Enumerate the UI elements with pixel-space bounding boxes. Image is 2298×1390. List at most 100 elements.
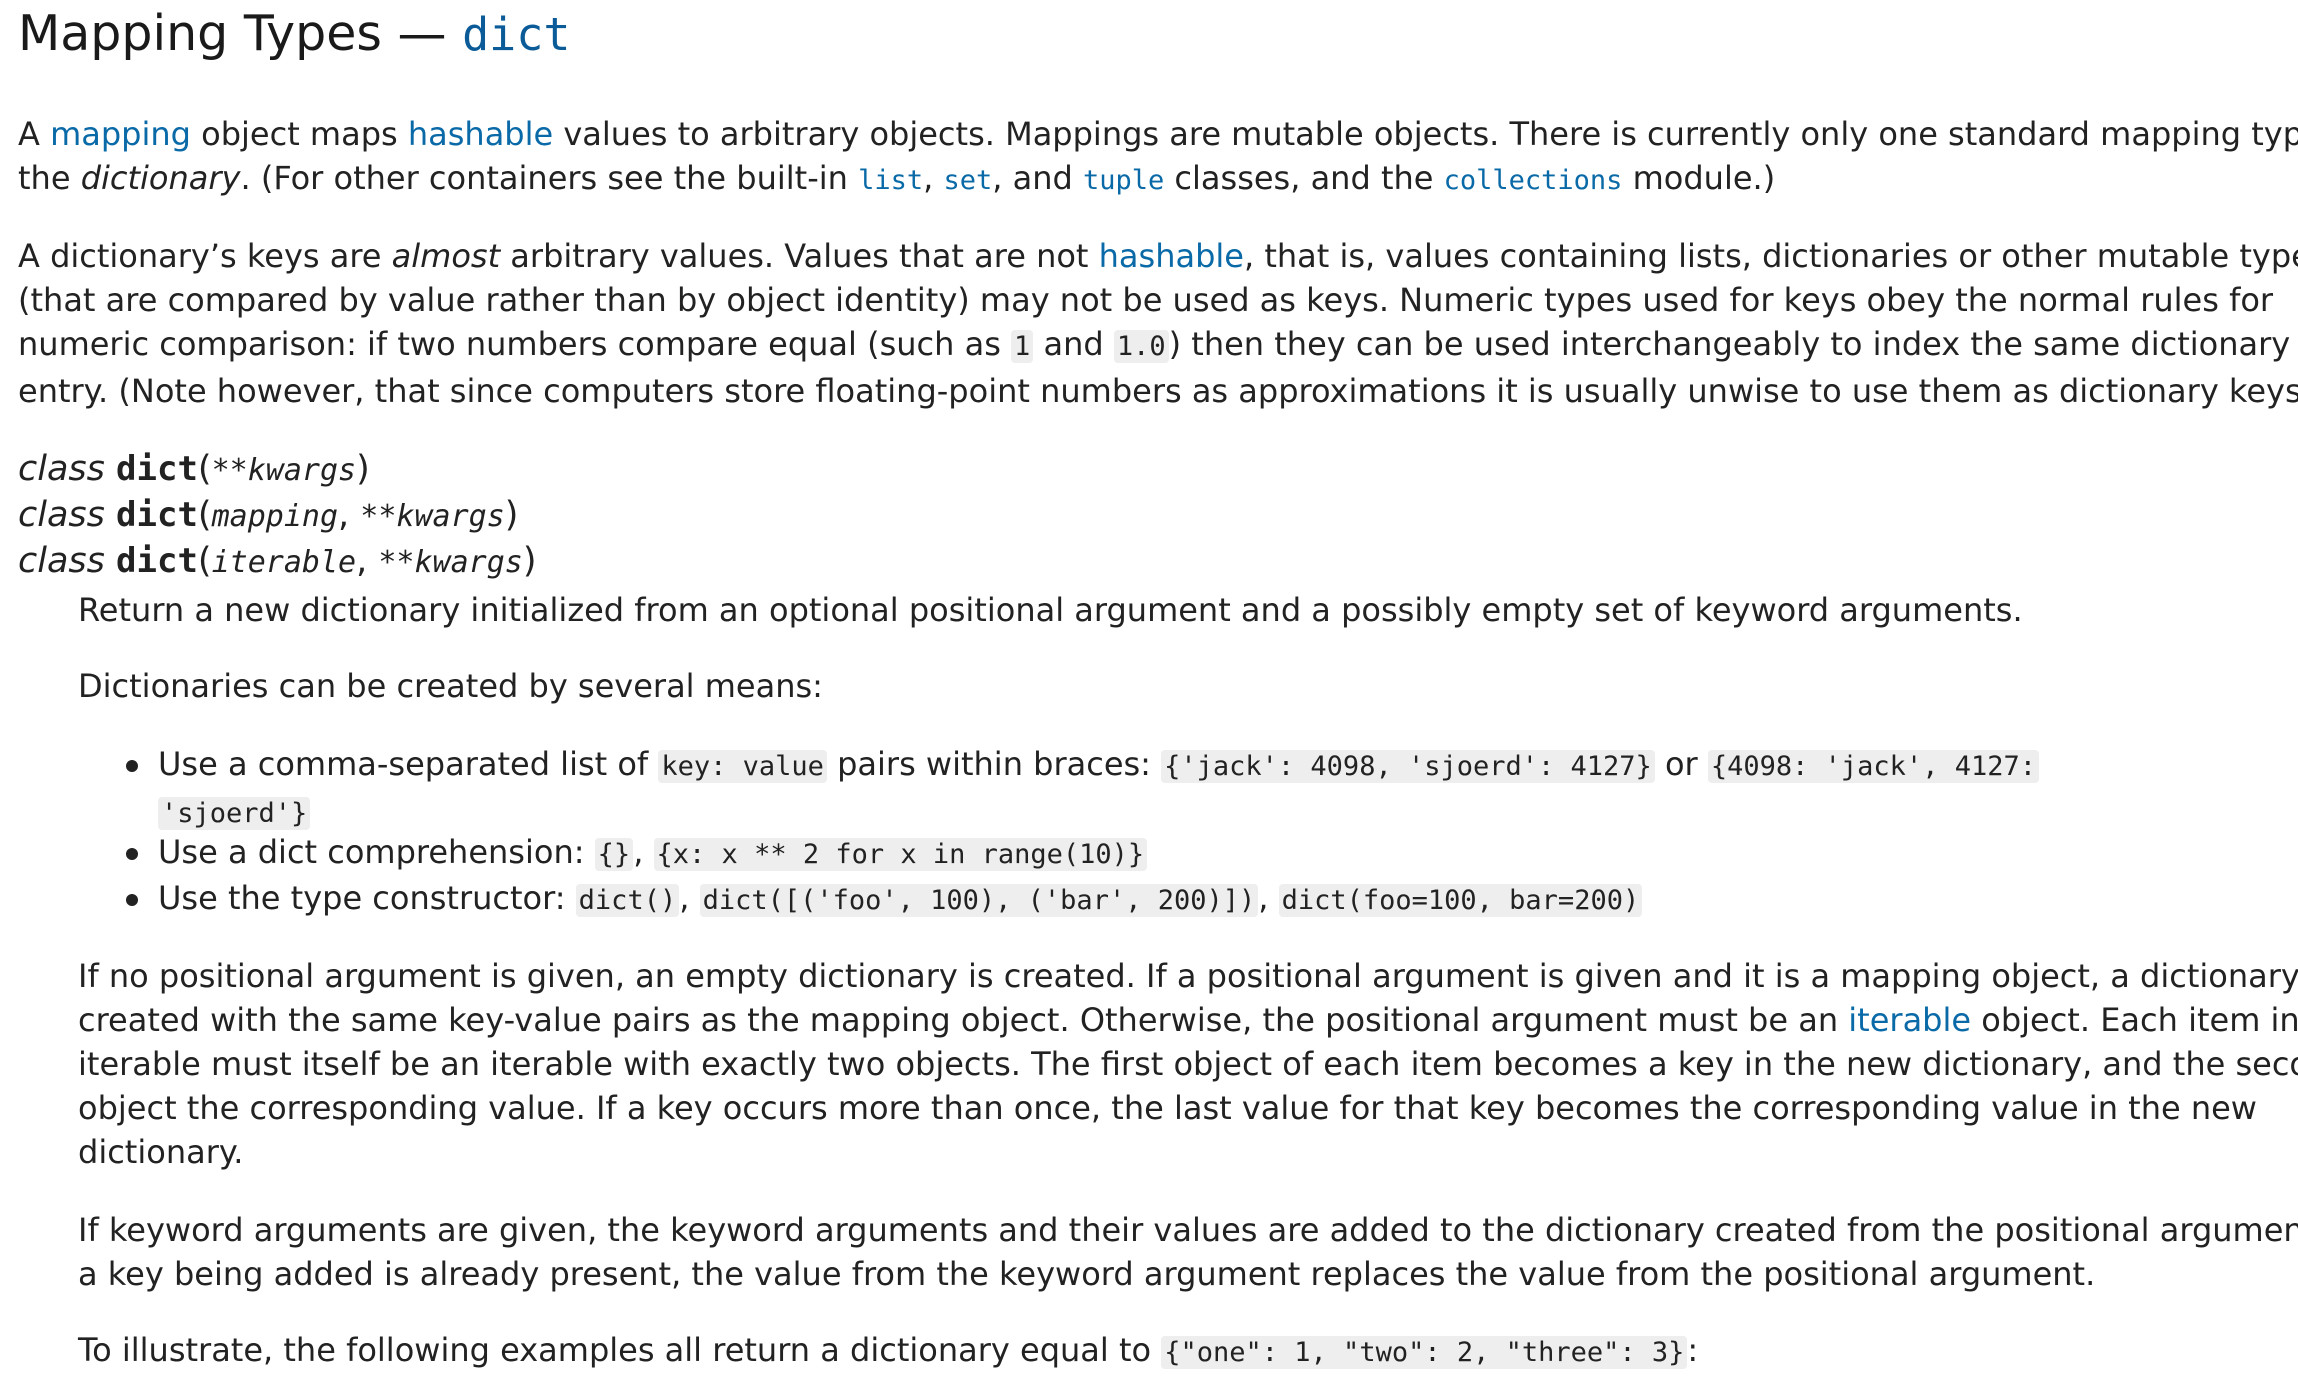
- paren: ): [356, 449, 370, 489]
- text: created with the same key-value pairs as…: [78, 1001, 1849, 1039]
- class-keyword: class: [18, 541, 105, 581]
- tuple-link[interactable]: tuple: [1083, 165, 1164, 196]
- line: To illustrate, the following examples al…: [78, 1328, 1698, 1375]
- line: object the corresponding value. If a key…: [78, 1089, 2257, 1127]
- hashable-link[interactable]: hashable: [1099, 237, 1244, 275]
- heading-dict-code: dict: [462, 8, 571, 61]
- paragraph-mapping-intro: A mapping object maps hashable values to…: [18, 112, 2298, 203]
- paragraph-positional-argument: If no positional argument is given, an e…: [78, 954, 2298, 1174]
- code-literal: 'sjoerd'}: [158, 797, 311, 830]
- list-item: Use a dict comprehension: {}, {x: x ** 2…: [0, 830, 2298, 877]
- emphasis: almost: [391, 237, 501, 275]
- paren: ): [504, 495, 519, 535]
- text: classes, and the: [1164, 159, 1444, 197]
- line: Use a comma-separated list of key: value…: [0, 742, 2298, 789]
- text: pairs within braces:: [826, 745, 1162, 783]
- param: iterable: [211, 545, 357, 580]
- text: module.): [1622, 159, 1776, 197]
- description-return: Return a new dictionary initialized from…: [78, 591, 2023, 629]
- collections-link[interactable]: collections: [1444, 165, 1623, 196]
- code-literal: dict(): [575, 884, 680, 917]
- text: ,: [679, 879, 700, 917]
- paragraph-keyword-arguments: If keyword arguments are given, the keyw…: [78, 1208, 2298, 1296]
- dict-signature-3: class dict(iterable, **kwargs): [18, 538, 537, 586]
- param: **kwargs: [211, 453, 357, 488]
- code-literal: 1.0: [1113, 330, 1169, 363]
- paragraph-illustrate: To illustrate, the following examples al…: [78, 1328, 1698, 1375]
- line: Use a dict comprehension: {}, {x: x ** 2…: [0, 830, 2298, 877]
- text: A: [18, 115, 51, 153]
- set-link[interactable]: set: [943, 165, 992, 196]
- text: or: [1654, 745, 1708, 783]
- separator: ,: [338, 495, 361, 535]
- line: the dictionary. (For other containers se…: [18, 156, 2298, 203]
- hashable-link[interactable]: hashable: [408, 115, 553, 153]
- param: **kwargs: [378, 545, 523, 580]
- text: numeric comparison: if two numbers compa…: [18, 325, 1012, 363]
- text: object maps: [190, 115, 408, 153]
- line: If keyword arguments are given, the keyw…: [78, 1211, 2298, 1249]
- code-literal: {}: [594, 838, 634, 871]
- heading-text: Mapping Types —: [18, 5, 463, 62]
- paren: (: [197, 495, 212, 535]
- text: ,: [1258, 879, 1279, 917]
- code-literal: {"one": 1, "two": 2, "three": 3}: [1161, 1336, 1688, 1369]
- text: , that is, values containing lists, dict…: [1243, 237, 2298, 275]
- dict-signature-2: class dict(mapping, **kwargs): [18, 492, 518, 540]
- paragraph-dict-keys: A dictionary’s keys are almost arbitrary…: [18, 234, 2298, 413]
- line: dictionary.: [78, 1133, 244, 1171]
- class-name: dict: [116, 495, 198, 535]
- code-literal: {'jack': 4098, 'sjoerd': 4127}: [1161, 750, 1655, 783]
- text: ) then they can be used interchangeably …: [1168, 325, 2291, 363]
- text: ,: [923, 159, 944, 197]
- paren: ): [522, 541, 537, 581]
- list-link[interactable]: list: [858, 165, 923, 196]
- line: a key being added is already present, th…: [78, 1255, 2096, 1293]
- code-literal: 1: [1011, 330, 1034, 363]
- section-heading: Mapping Types — dict: [18, 4, 570, 65]
- paren: (: [197, 449, 212, 489]
- text: , and: [992, 159, 1083, 197]
- text: Use a dict comprehension:: [158, 833, 595, 871]
- code-literal: {x: x ** 2 for x in range(10)}: [653, 838, 1148, 871]
- text: ,: [633, 833, 654, 871]
- text: :: [1687, 1331, 1699, 1369]
- text: A dictionary’s keys are: [18, 237, 392, 275]
- line: entry. (Note however, that since compute…: [18, 372, 2298, 410]
- text: object. Each item in the: [1981, 1001, 2298, 1039]
- code-literal: dict([('foo', 100), ('bar', 200)]): [699, 884, 1259, 917]
- mapping-link[interactable]: mapping: [50, 115, 191, 153]
- line: (that are compared by value rather than …: [18, 281, 2274, 319]
- iterable-link[interactable]: iterable: [1848, 1001, 1971, 1039]
- line: created with the same key-value pairs as…: [78, 998, 2298, 1042]
- text: To illustrate, the following examples al…: [78, 1331, 1162, 1369]
- class-name: dict: [116, 541, 198, 581]
- doc-page: Mapping Types — dict A mapping object ma…: [0, 0, 2298, 1390]
- separator: ,: [356, 541, 379, 581]
- code-literal: dict(foo=100, bar=200): [1278, 884, 1643, 917]
- line: A dictionary’s keys are almost arbitrary…: [18, 234, 2298, 278]
- line: If no positional argument is given, an e…: [78, 957, 2298, 995]
- list-item: Use a comma-separated list of key: value…: [0, 742, 2298, 836]
- class-name: dict: [116, 449, 198, 489]
- line: iterable must itself be an iterable with…: [78, 1045, 2298, 1083]
- text: and: [1033, 325, 1114, 363]
- paren: (: [197, 541, 212, 581]
- dict-signature-1: class dict(**kwargs): [18, 446, 370, 494]
- line: 'sjoerd'}: [0, 789, 2298, 836]
- text: . (For other containers see the built-in: [240, 159, 859, 197]
- line: numeric comparison: if two numbers compa…: [18, 322, 2298, 369]
- line: Use the type constructor: dict(), dict([…: [0, 876, 2298, 923]
- emphasis: dictionary: [80, 159, 241, 197]
- class-keyword: class: [18, 495, 105, 535]
- text: Use the type constructor:: [158, 879, 576, 917]
- text: the: [18, 159, 81, 197]
- description-means: Dictionaries can be created by several m…: [78, 667, 823, 705]
- text: values to arbitrary objects. Mappings ar…: [553, 115, 2298, 153]
- line: A mapping object maps hashable values to…: [18, 112, 2298, 156]
- text: arbitrary values. Values that are not: [500, 237, 1099, 275]
- param: **kwargs: [360, 499, 505, 534]
- code-literal: key: value: [658, 750, 827, 783]
- class-keyword: class: [18, 449, 105, 489]
- code-literal: {4098: 'jack', 4127:: [1707, 750, 2039, 783]
